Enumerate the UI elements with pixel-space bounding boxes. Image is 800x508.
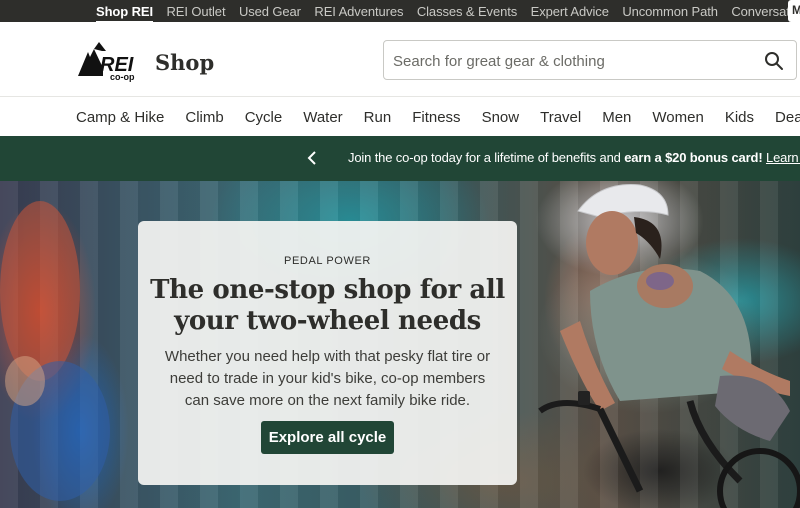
category-nav-items: Camp & Hike Climb Cycle Water Run Fitnes… — [76, 97, 800, 137]
nav-deals[interactable]: Deals — [775, 109, 800, 126]
explore-cycle-button[interactable]: Explore all cycle — [261, 421, 394, 454]
toplink-used-gear[interactable]: Used Gear — [239, 4, 301, 19]
nav-water[interactable]: Water — [303, 109, 342, 126]
promo-text: Join the co-op today for a lifetime of b… — [348, 150, 625, 165]
nav-climb[interactable]: Climb — [185, 109, 223, 126]
site-header: REI co-op Shop — [0, 22, 800, 96]
shop-title[interactable]: Shop — [155, 50, 214, 75]
toplink-shop-rei[interactable]: Shop REI — [96, 4, 153, 23]
corner-letter: M — [792, 3, 800, 17]
nav-travel[interactable]: Travel — [540, 109, 581, 126]
chevron-left-icon[interactable] — [305, 149, 319, 167]
membership-corner-button[interactable]: M — [788, 0, 800, 22]
hero-banner: PEDAL POWER The one-stop shop for all yo… — [0, 181, 800, 508]
promo-learn-link[interactable]: Learn ho — [766, 150, 800, 165]
nav-fitness[interactable]: Fitness — [412, 109, 460, 126]
promo-banner: Join the co-op today for a lifetime of b… — [0, 136, 800, 181]
search-icon[interactable] — [764, 51, 784, 71]
toplink-classes-events[interactable]: Classes & Events — [417, 4, 517, 19]
category-nav: Camp & Hike Climb Cycle Water Run Fitnes… — [0, 96, 800, 136]
toplink-rei-outlet[interactable]: REI Outlet — [166, 4, 225, 19]
nav-run[interactable]: Run — [364, 109, 392, 126]
nav-camp-hike[interactable]: Camp & Hike — [76, 109, 164, 126]
top-utility-bar: Shop REI REI Outlet Used Gear REI Advent… — [0, 0, 800, 23]
search-box — [383, 40, 797, 80]
logo-subtext: co-op — [110, 72, 135, 82]
logo-peak-shape — [94, 42, 106, 51]
toplink-rei-adventures[interactable]: REI Adventures — [314, 4, 403, 19]
toplink-expert-advice[interactable]: Expert Advice — [531, 4, 609, 19]
hero-headline: The one-stop shop for all your two-wheel… — [150, 275, 505, 336]
nav-women[interactable]: Women — [652, 109, 703, 126]
promo-message: Join the co-op today for a lifetime of b… — [348, 150, 800, 165]
hero-body-text: Whether you need help with that pesky fl… — [164, 348, 491, 409]
top-links: Shop REI REI Outlet Used Gear REI Advent… — [96, 0, 800, 23]
hero-eyebrow: PEDAL POWER — [284, 255, 371, 267]
promo-bold-text: earn a $20 bonus card! — [624, 150, 763, 165]
nav-snow[interactable]: Snow — [482, 109, 520, 126]
toplink-uncommon-path[interactable]: Uncommon Path — [622, 4, 718, 19]
hero-card: PEDAL POWER The one-stop shop for all yo… — [138, 221, 517, 485]
nav-men[interactable]: Men — [602, 109, 631, 126]
nav-kids[interactable]: Kids — [725, 109, 754, 126]
nav-cycle[interactable]: Cycle — [245, 109, 283, 126]
rei-logo[interactable]: REI co-op — [76, 38, 146, 82]
search-input[interactable] — [393, 50, 753, 72]
